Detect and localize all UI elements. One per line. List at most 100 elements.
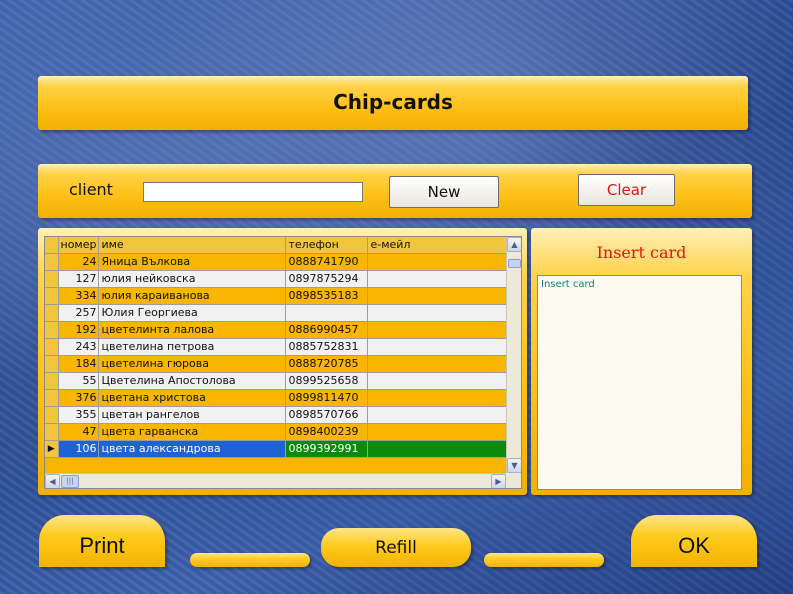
cell-email[interactable] <box>367 406 513 424</box>
cell-number[interactable]: 243 <box>58 338 100 356</box>
vertical-scroll-thumb[interactable] <box>508 259 521 268</box>
client-bar: client New Clear <box>38 164 752 218</box>
cell-email[interactable] <box>367 321 513 339</box>
cell-email[interactable] <box>367 440 513 458</box>
cell-name[interactable]: Юлия Георгиева <box>98 304 287 322</box>
cell-name[interactable]: цветана христова <box>98 389 287 407</box>
cell-name[interactable]: цветелина гюрова <box>98 355 287 373</box>
print-button[interactable]: Print <box>39 515 165 567</box>
cell-number[interactable]: 192 <box>58 321 100 339</box>
column-header-email[interactable]: е-мейл <box>367 237 513 254</box>
decorative-pill-left <box>190 553 310 567</box>
cell-phone[interactable]: 0898570766 <box>285 406 369 424</box>
row-indicator <box>45 321 59 339</box>
cell-number[interactable]: 257 <box>58 304 100 322</box>
column-header-phone[interactable]: телефон <box>285 237 369 254</box>
cell-phone[interactable]: 0888741790 <box>285 253 369 271</box>
cell-number[interactable]: 127 <box>58 270 100 288</box>
row-indicator <box>45 389 59 407</box>
row-indicator <box>45 406 59 424</box>
table-row[interactable]: 243 цветелина петрова 0885752831 <box>45 338 513 356</box>
current-row-arrow-icon: ▶ <box>45 440 59 458</box>
cell-email[interactable] <box>367 287 513 305</box>
table-row[interactable]: 55 Цветелина Апостолова 0899525658 <box>45 372 513 390</box>
horizontal-scrollbar[interactable]: ◀ ||| ▶ <box>45 473 506 488</box>
cell-email[interactable] <box>367 389 513 407</box>
row-indicator <box>45 423 59 441</box>
cell-number[interactable]: 55 <box>58 372 100 390</box>
cell-number[interactable]: 106 <box>58 440 100 458</box>
ok-button[interactable]: OK <box>631 515 757 567</box>
cell-number[interactable]: 184 <box>58 355 100 373</box>
cell-phone[interactable]: 0899525658 <box>285 372 369 390</box>
cell-name[interactable]: цветелинта лалова <box>98 321 287 339</box>
scroll-right-icon[interactable]: ▶ <box>491 474 506 488</box>
cell-name[interactable]: цвета александрова <box>98 440 287 458</box>
cell-phone[interactable]: 0897875294 <box>285 270 369 288</box>
column-header-number[interactable]: номер <box>58 237 100 254</box>
row-indicator <box>45 287 59 305</box>
table-row[interactable]: 334 юлия караиванова 0898535183 <box>45 287 513 305</box>
scroll-left-icon[interactable]: ◀ <box>45 474 60 488</box>
clients-table-panel: номер име телефон е-мейл 24 Яница Вълкова… <box>38 228 527 495</box>
table-row[interactable]: 192 цветелинта лалова 0886990457 <box>45 321 513 339</box>
cell-phone[interactable]: 0899811470 <box>285 389 369 407</box>
cell-phone[interactable]: 0886990457 <box>285 321 369 339</box>
cell-number[interactable]: 47 <box>58 423 100 441</box>
cell-email[interactable] <box>367 304 513 322</box>
table-row[interactable]: ▶ 106 цвета александрова 0899392991 <box>45 440 513 458</box>
table-row[interactable]: 355 цветан рангелов 0898570766 <box>45 406 513 424</box>
cell-phone[interactable]: 0898535183 <box>285 287 369 305</box>
cell-number[interactable]: 376 <box>58 389 100 407</box>
table-row[interactable]: 47 цвета гарванска 0898400239 <box>45 423 513 441</box>
table-row[interactable]: 376 цветана христова 0899811470 <box>45 389 513 407</box>
decorative-pill-right <box>484 553 604 567</box>
clients-grid[interactable]: номер име телефон е-мейл 24 Яница Вълкова… <box>44 236 522 489</box>
cell-phone[interactable]: 0898400239 <box>285 423 369 441</box>
cell-email[interactable] <box>367 338 513 356</box>
row-indicator <box>45 372 59 390</box>
cell-phone[interactable] <box>285 304 369 322</box>
cell-name[interactable]: Цветелина Апостолова <box>98 372 287 390</box>
cell-email[interactable] <box>367 372 513 390</box>
title-bar: Chip-cards <box>38 76 748 130</box>
insert-card-message-box: Insert card <box>537 275 742 490</box>
cell-phone[interactable]: 0899392991 <box>285 440 369 458</box>
row-indicator <box>45 253 59 271</box>
cell-email[interactable] <box>367 355 513 373</box>
cell-number[interactable]: 334 <box>58 287 100 305</box>
cell-name[interactable]: цветан рангелов <box>98 406 287 424</box>
row-indicator <box>45 338 59 356</box>
cell-name[interactable]: цветелина петрова <box>98 338 287 356</box>
table-row[interactable]: 127 юлия нейковска 0897875294 <box>45 270 513 288</box>
clear-button[interactable]: Clear <box>578 174 675 206</box>
cell-name[interactable]: цвета гарванска <box>98 423 287 441</box>
cell-name[interactable]: Яница Вълкова <box>98 253 287 271</box>
new-button[interactable]: New <box>389 176 499 208</box>
scrollbar-corner <box>506 473 521 488</box>
cell-name[interactable]: юлия нейковска <box>98 270 287 288</box>
row-indicator <box>45 270 59 288</box>
cell-email[interactable] <box>367 253 513 271</box>
client-input[interactable] <box>143 182 363 202</box>
cell-name[interactable]: юлия караиванова <box>98 287 287 305</box>
table-row[interactable]: 257 Юлия Георгиева <box>45 304 513 322</box>
cell-number[interactable]: 355 <box>58 406 100 424</box>
insert-card-panel: Insert card Insert card <box>531 228 752 495</box>
table-row[interactable]: 184 цветелина гюрова 0888720785 <box>45 355 513 373</box>
table-header-row: номер име телефон е-мейл <box>45 237 513 254</box>
scroll-up-icon[interactable]: ▲ <box>507 237 521 252</box>
row-indicator-header <box>45 237 59 254</box>
table-row[interactable]: 24 Яница Вълкова 0888741790 <box>45 253 513 271</box>
scroll-down-icon[interactable]: ▼ <box>507 458 521 473</box>
cell-email[interactable] <box>367 423 513 441</box>
refill-button[interactable]: Refill <box>321 528 471 567</box>
cell-phone[interactable]: 0888720785 <box>285 355 369 373</box>
cell-email[interactable] <box>367 270 513 288</box>
column-header-name[interactable]: име <box>98 237 287 254</box>
horizontal-scroll-thumb[interactable]: ||| <box>61 475 79 488</box>
vertical-scrollbar[interactable]: ▲ ▼ <box>506 237 521 473</box>
cell-phone[interactable]: 0885752831 <box>285 338 369 356</box>
insert-card-title: Insert card <box>596 243 687 262</box>
cell-number[interactable]: 24 <box>58 253 100 271</box>
